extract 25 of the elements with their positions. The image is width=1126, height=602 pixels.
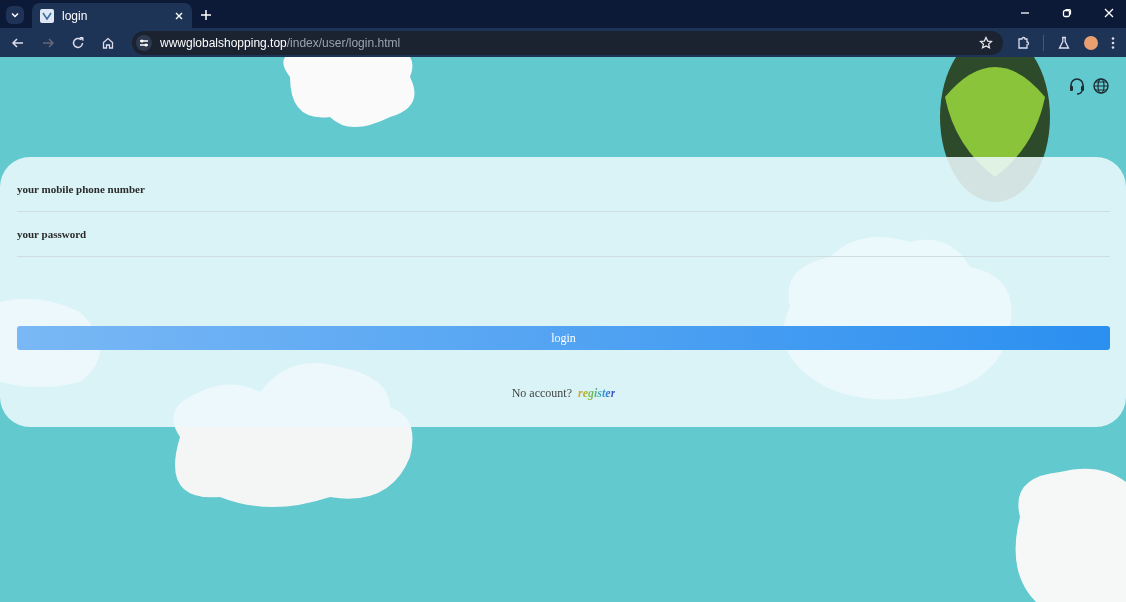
tab-title: login [62, 8, 89, 23]
more-menu-icon[interactable] [1111, 35, 1115, 50]
input-field[interactable]: your mobile phone number [17, 167, 1110, 212]
address-bar[interactable]: wwwglobalshopping.top/index/user/login.html [132, 30, 1003, 55]
puzzle-icon[interactable] [1016, 35, 1030, 50]
flask-icon[interactable] [1057, 35, 1071, 50]
home-icon[interactable] [101, 35, 115, 50]
close-icon[interactable] [174, 10, 184, 21]
profile-avatar[interactable] [1084, 35, 1098, 50]
browser-tab[interactable]: login [32, 3, 192, 28]
url-text: wwwglobalshopping.top/index/user/login.html [160, 35, 401, 50]
close-icon[interactable] [1103, 7, 1115, 19]
no-account-text: No account? [511, 386, 572, 401]
tab-search-button[interactable] [6, 6, 24, 24]
star-icon[interactable] [979, 35, 993, 50]
chevron-down-icon [10, 10, 20, 20]
globe-icon[interactable] [1092, 77, 1110, 95]
site-settings-icon[interactable] [136, 34, 152, 51]
favicon-icon [40, 8, 54, 23]
new-tab-icon[interactable] [200, 9, 212, 21]
restore-icon[interactable] [1061, 7, 1073, 19]
back-arrow-icon[interactable] [11, 35, 25, 50]
headset-icon[interactable] [1068, 77, 1086, 95]
reload-icon[interactable] [71, 35, 85, 50]
input-field[interactable]: your password [17, 212, 1110, 257]
